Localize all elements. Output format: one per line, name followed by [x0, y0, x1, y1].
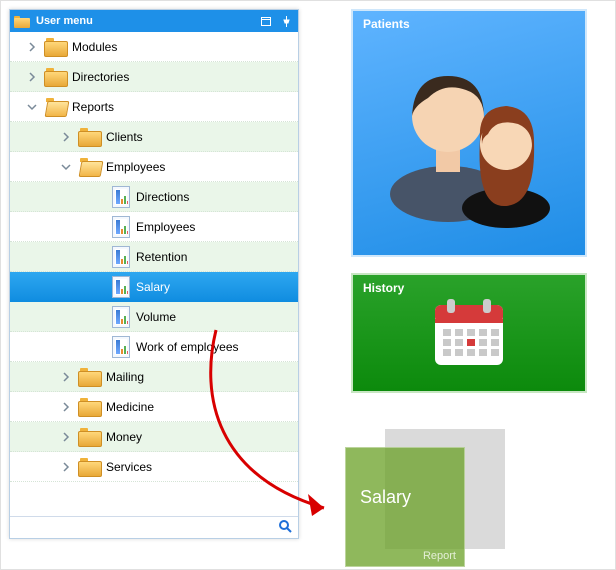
folder-icon [44, 68, 66, 86]
drag-tile-title: Salary [346, 448, 464, 546]
chevron-right-icon[interactable] [60, 401, 72, 413]
tree-item[interactable]: Services [10, 452, 298, 482]
tree-item-label: Employees [106, 160, 165, 174]
expander-none [94, 251, 106, 263]
tree-item[interactable]: Volume [10, 302, 298, 332]
tree-item[interactable]: Modules [10, 32, 298, 62]
tree-item[interactable]: Employees [10, 212, 298, 242]
tree-item[interactable]: Directions [10, 182, 298, 212]
tree-view[interactable]: Modules Directories Reports Clients Employee… [10, 32, 298, 538]
tree-item[interactable]: Money [10, 422, 298, 452]
chevron-right-icon[interactable] [26, 71, 38, 83]
tree-item[interactable]: Employees [10, 152, 298, 182]
tree-item-label: Directions [136, 190, 189, 204]
tree-item-label: Mailing [106, 370, 144, 384]
calendar-icon [427, 291, 511, 375]
tree-item-label: Retention [136, 250, 187, 264]
tree-item-label: Directories [72, 70, 129, 84]
tree-item[interactable]: Reports [10, 92, 298, 122]
tree-item[interactable]: Salary [10, 272, 298, 302]
expander-none [94, 191, 106, 203]
report-icon [112, 216, 130, 238]
panel-titlebar[interactable]: User menu [10, 10, 298, 32]
chevron-down-icon[interactable] [26, 101, 38, 113]
report-icon [112, 336, 130, 358]
folder-icon [14, 14, 30, 28]
chevron-right-icon[interactable] [60, 461, 72, 473]
tree-item-label: Volume [136, 310, 176, 324]
report-icon [112, 186, 130, 208]
folder-open-icon [78, 158, 100, 176]
tree-item-label: Services [106, 460, 152, 474]
tree-item-label: Money [106, 430, 142, 444]
expander-none [94, 281, 106, 293]
tree-item-label: Medicine [106, 400, 154, 414]
chevron-right-icon[interactable] [60, 431, 72, 443]
tree-item-label: Reports [72, 100, 114, 114]
pin-icon[interactable] [278, 13, 294, 29]
report-icon [112, 276, 130, 298]
tree-item-label: Work of employees [136, 340, 239, 354]
folder-icon [78, 398, 100, 416]
tree-item[interactable]: Mailing [10, 362, 298, 392]
maximize-icon[interactable] [258, 13, 274, 29]
user-menu-panel: User menu Modules Directories Reports Clien… [9, 9, 299, 539]
folder-icon [78, 128, 100, 146]
tree-item[interactable]: Retention [10, 242, 298, 272]
search-icon[interactable] [278, 519, 292, 536]
tree-item[interactable]: Medicine [10, 392, 298, 422]
report-icon [112, 246, 130, 268]
chevron-right-icon[interactable] [60, 131, 72, 143]
folder-icon [44, 38, 66, 56]
drag-ghost-front[interactable]: Salary Report [345, 447, 465, 567]
expander-none [94, 221, 106, 233]
people-icon [384, 38, 554, 228]
search-bar [10, 516, 298, 538]
tree-item[interactable]: Work of employees [10, 332, 298, 362]
tree-item[interactable]: Directories [10, 62, 298, 92]
tree-item-label: Clients [106, 130, 143, 144]
chevron-down-icon[interactable] [60, 161, 72, 173]
folder-icon [78, 368, 100, 386]
tile-history[interactable]: History [351, 273, 587, 393]
tree-item-label: Modules [72, 40, 117, 54]
tile-patients[interactable]: Patients [351, 9, 587, 257]
tree-item[interactable]: Clients [10, 122, 298, 152]
tile-patients-label: Patients [363, 17, 410, 31]
expander-none [94, 311, 106, 323]
folder-icon [78, 458, 100, 476]
chevron-right-icon[interactable] [60, 371, 72, 383]
folder-icon [78, 428, 100, 446]
panel-title: User menu [36, 15, 93, 27]
tile-history-label: History [363, 281, 404, 295]
expander-none [94, 341, 106, 353]
folder-open-icon [44, 98, 66, 116]
tree-item-label: Employees [136, 220, 195, 234]
tree-item-label: Salary [136, 280, 170, 294]
chevron-right-icon[interactable] [26, 41, 38, 53]
drag-tile-subtitle: Report [346, 546, 464, 566]
report-icon [112, 306, 130, 328]
